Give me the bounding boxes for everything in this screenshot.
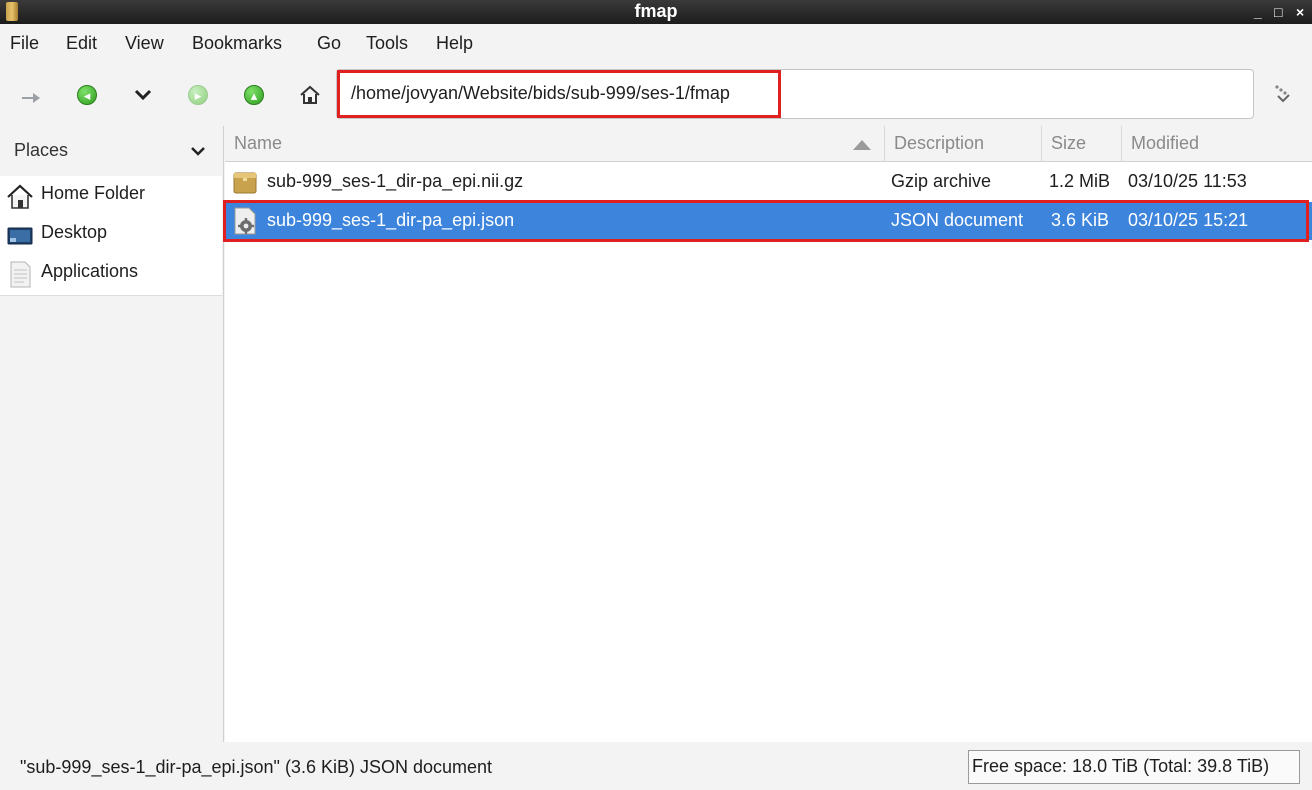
maximize-button[interactable]: □ xyxy=(1274,2,1282,22)
file-name: sub-999_ses-1_dir-pa_epi.json xyxy=(267,210,515,230)
close-button[interactable]: × xyxy=(1296,2,1304,22)
column-header-name[interactable]: Name xyxy=(225,126,885,162)
file-list: Name Description Size Modified sub-999_s… xyxy=(223,126,1312,742)
places-label: Places xyxy=(14,140,69,160)
history-dropdown-button[interactable] xyxy=(128,80,158,110)
column-header-modified[interactable]: Modified xyxy=(1122,126,1312,162)
column-header-label: Modified xyxy=(1131,133,1200,153)
path-bar-toggle-button[interactable] xyxy=(1268,80,1298,110)
home-button[interactable] xyxy=(295,80,325,110)
file-size: 1.2 MiB xyxy=(1049,171,1111,191)
column-header-label: Name xyxy=(234,133,283,153)
back-button[interactable]: ◂ xyxy=(72,80,102,110)
up-level-button[interactable] xyxy=(16,80,46,110)
column-header-size[interactable]: Size xyxy=(1042,126,1122,162)
table-row[interactable]: sub-999_ses-1_dir-pa_epi.nii.gz Gzip arc… xyxy=(225,163,1312,201)
sidebar: Places Home Folder Desktop Applications xyxy=(0,126,224,742)
status-bar: "sub-999_ses-1_dir-pa_epi.json" (3.6 KiB… xyxy=(0,742,1312,790)
file-size: 3.6 KiB xyxy=(1051,210,1110,230)
desktop-icon xyxy=(7,227,33,245)
minimize-button[interactable]: _ xyxy=(1254,2,1262,22)
status-message: "sub-999_ses-1_dir-pa_epi.json" (3.6 KiB… xyxy=(20,757,493,777)
location-bar[interactable]: /home/jovyan/Website/bids/sub-999/ses-1/… xyxy=(336,69,1254,119)
sidebar-item-label: Home Folder xyxy=(41,183,146,203)
sidebar-item-home-folder[interactable]: Home Folder xyxy=(0,176,222,214)
path-bar-toggle-icon xyxy=(1275,85,1290,103)
location-path[interactable]: /home/jovyan/Website/bids/sub-999/ses-1/… xyxy=(351,83,730,104)
go-up-icon: ▴ xyxy=(244,85,264,105)
sort-ascending-icon xyxy=(853,140,871,150)
home-folder-icon xyxy=(7,184,33,209)
file-name: sub-999_ses-1_dir-pa_epi.nii.gz xyxy=(267,171,524,191)
menu-view[interactable]: View xyxy=(125,33,164,54)
document-gear-icon xyxy=(234,207,256,235)
places-header[interactable]: Places xyxy=(0,126,222,176)
menu-edit[interactable]: Edit xyxy=(66,33,97,54)
menu-help[interactable]: Help xyxy=(436,33,473,54)
sidebar-item-desktop[interactable]: Desktop xyxy=(0,215,222,253)
home-icon xyxy=(300,85,320,104)
menu-bar: File Edit View Bookmarks Go Tools Help xyxy=(0,24,1312,62)
sidebar-item-label: Applications xyxy=(41,261,139,281)
forward-icon: ▸ xyxy=(188,85,208,105)
file-modified: 03/10/25 15:21 xyxy=(1128,210,1249,230)
archive-icon xyxy=(233,172,257,194)
menu-bookmarks[interactable]: Bookmarks xyxy=(192,33,282,54)
free-space-indicator: Free space: 18.0 TiB (Total: 39.8 TiB) xyxy=(968,750,1300,784)
sidebar-item-applications[interactable]: Applications xyxy=(0,254,222,292)
applications-icon xyxy=(10,261,31,288)
table-row-selected[interactable]: sub-999_ses-1_dir-pa_epi.json JSON docum… xyxy=(223,200,1312,242)
column-header-description[interactable]: Description xyxy=(885,126,1042,162)
up-level-icon xyxy=(22,93,40,103)
file-modified: 03/10/25 11:53 xyxy=(1128,171,1247,191)
history-dropdown-icon xyxy=(134,89,152,101)
window-title: fmap xyxy=(634,1,678,21)
menu-go[interactable]: Go xyxy=(317,33,341,54)
chevron-down-icon xyxy=(191,147,205,156)
forward-button[interactable]: ▸ xyxy=(183,80,213,110)
back-icon: ◂ xyxy=(77,85,97,105)
sidebar-item-label: Desktop xyxy=(41,222,108,242)
places-list: Home Folder Desktop Applications xyxy=(0,176,222,296)
file-description: JSON document xyxy=(891,210,1024,230)
menu-tools[interactable]: Tools xyxy=(366,33,408,54)
column-header-label: Description xyxy=(894,133,985,153)
go-up-button[interactable]: ▴ xyxy=(239,80,269,110)
title-bar: fmap _ □ × xyxy=(0,0,1312,24)
file-description: Gzip archive xyxy=(891,171,992,191)
column-header-label: Size xyxy=(1051,133,1087,153)
menu-file[interactable]: File xyxy=(10,33,39,54)
toolbar: ◂ ▸ ▴ /home/jovyan/Website/bids/sub-999/… xyxy=(0,62,1312,126)
